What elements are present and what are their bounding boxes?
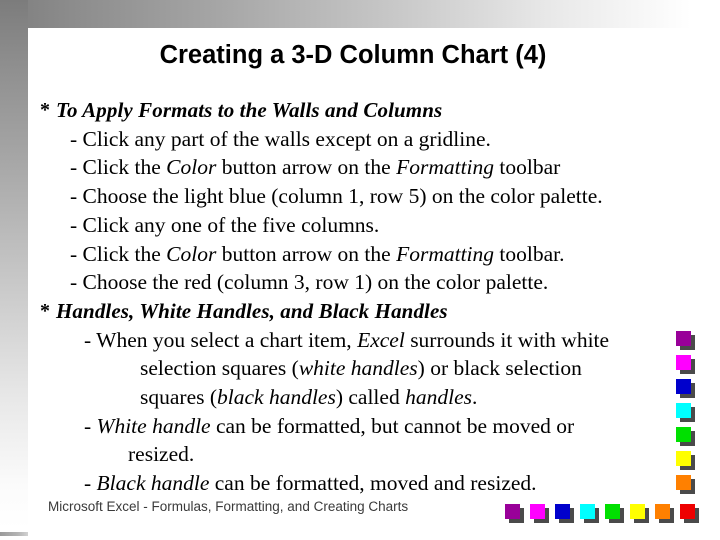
- list-item: - Choose the red (column 3, row 1) on th…: [40, 268, 700, 297]
- list-item: - When you select a chart item, Excel su…: [40, 326, 700, 355]
- bottom-left-gradient-tab: [0, 532, 30, 536]
- swatch-magenta: [676, 355, 691, 370]
- swatch-cyan: [676, 403, 691, 418]
- list-item: - White handle can be formatted, but can…: [40, 412, 700, 441]
- left-gradient-band: [0, 0, 28, 528]
- swatch-green: [676, 427, 691, 442]
- dash-bullet-icon: -: [70, 184, 78, 209]
- swatch-cyan: [580, 504, 595, 519]
- swatch-blue: [555, 504, 570, 519]
- swatch-blue: [676, 379, 691, 394]
- list-item-wrap: squares (black handles) called handles.: [40, 383, 700, 412]
- list-item: - Black handle can be formatted, moved a…: [40, 469, 700, 498]
- slide-footer: Microsoft Excel - Formulas, Formatting, …: [48, 499, 409, 514]
- list-item-wrap: selection squares (white handles) or bla…: [40, 354, 700, 383]
- list-item-text: Click any part of the walls except on a …: [82, 126, 491, 151]
- list-item-text: Choose the red (column 3, row 1) on the …: [82, 270, 549, 295]
- dash-bullet-icon: -: [70, 241, 78, 266]
- swatch-purple: [505, 504, 520, 519]
- list-item-text: White handle can be formatted, but canno…: [96, 413, 575, 438]
- list-item-text: squares (black handles) called handles.: [140, 385, 478, 410]
- list-item-text: Black handle can be formatted, moved and…: [96, 471, 537, 496]
- swatch-red: [680, 504, 695, 519]
- list-item: - Click the Color button arrow on the Fo…: [40, 240, 700, 269]
- list-item: - Click any part of the walls except on …: [40, 125, 700, 154]
- dash-bullet-icon: -: [84, 471, 92, 496]
- list-item-text: Click the Color button arrow on the Form…: [82, 241, 565, 266]
- slide-body: * To Apply Formats to the Walls and Colum…: [40, 96, 700, 498]
- list-item-text: When you select a chart item, Excel surr…: [96, 327, 610, 352]
- page-title: Creating a 3-D Column Chart (4): [159, 41, 547, 69]
- section-heading-text: Handles, White Handles, and Black Handle…: [56, 298, 448, 323]
- slide-canvas: Creating a 3-D Column Chart (4) * To Appl…: [0, 0, 720, 540]
- list-item-text: selection squares (white handles) or bla…: [140, 356, 582, 381]
- swatch-orange: [676, 475, 691, 490]
- asterisk-bullet-icon: *: [40, 99, 51, 121]
- swatch-orange: [655, 504, 670, 519]
- asterisk-bullet-icon: *: [40, 299, 51, 322]
- list-item-text: Click any one of the five columns.: [82, 212, 380, 237]
- section-heading-text: To Apply Formats to the Walls and Column…: [56, 98, 443, 122]
- dash-bullet-icon: -: [70, 212, 78, 237]
- swatch-green: [605, 504, 620, 519]
- swatch-yellow: [630, 504, 645, 519]
- top-gradient-band: [0, 0, 720, 28]
- list-item-text: resized.: [128, 442, 195, 467]
- swatch-yellow: [676, 451, 691, 466]
- list-item-text: Click the Color button arrow on the Form…: [82, 155, 561, 180]
- section-heading-apply-formats: * To Apply Formats to the Walls and Colum…: [40, 96, 700, 125]
- list-item: - Click any one of the five columns.: [40, 211, 700, 240]
- list-item-text: Choose the light blue (column 1, row 5) …: [82, 184, 603, 209]
- dash-bullet-icon: -: [70, 155, 78, 180]
- swatch-purple: [676, 331, 691, 346]
- list-item-wrap: resized.: [40, 440, 700, 469]
- swatch-magenta: [530, 504, 545, 519]
- dash-bullet-icon: -: [70, 270, 78, 295]
- list-item: - Click the Color button arrow on the Fo…: [40, 153, 700, 182]
- dash-bullet-icon: -: [70, 126, 78, 151]
- section-heading-handles: * Handles, White Handles, and Black Handl…: [40, 297, 700, 326]
- slide-content-area: Creating a 3-D Column Chart (4) * To Appl…: [28, 28, 720, 540]
- dash-bullet-icon: -: [84, 327, 92, 352]
- dash-bullet-icon: -: [84, 413, 92, 438]
- list-item: - Choose the light blue (column 1, row 5…: [40, 182, 700, 211]
